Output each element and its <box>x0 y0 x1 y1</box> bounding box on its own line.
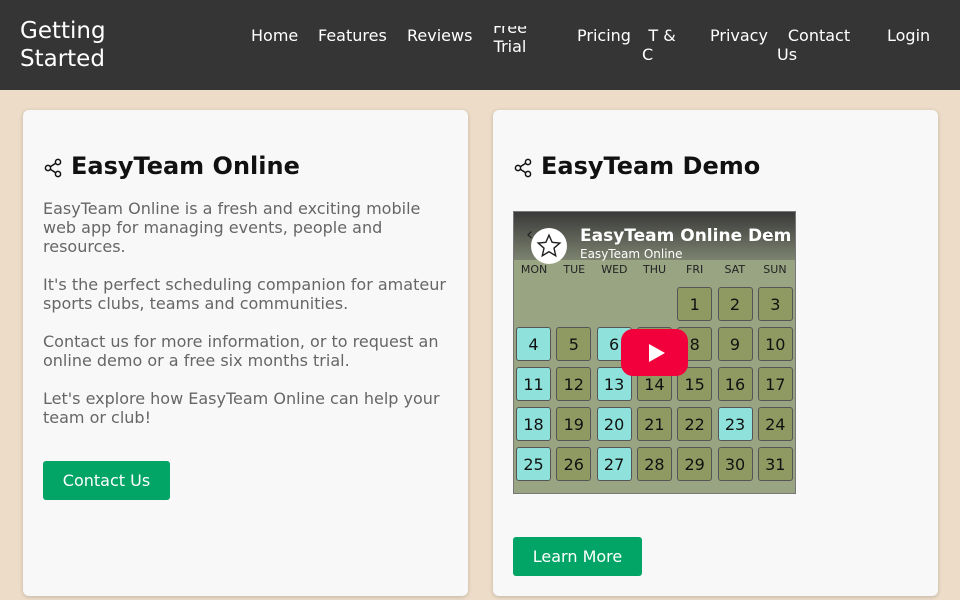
nav-terms[interactable]: T & C <box>640 26 684 64</box>
calendar-day-cell: 5 <box>556 327 592 361</box>
nav-terms-line-2: C <box>642 45 654 64</box>
channel-avatar[interactable] <box>531 228 567 264</box>
calendar-day-cell: 24 <box>757 407 793 441</box>
info-card: EasyTeam Online EasyTeam Online is a fre… <box>23 110 468 596</box>
nav-terms-line-1: T & <box>648 26 676 45</box>
weekday-label: TUE <box>563 263 586 276</box>
share-icon <box>513 156 533 178</box>
calendar-day-cell: 17 <box>757 367 793 401</box>
calendar-day-cell: 2 <box>717 287 753 321</box>
nav-free-trial-line-1: Free <box>493 18 527 37</box>
calendar-day-cell: 9 <box>717 327 753 361</box>
calendar-day-cell: 29 <box>677 447 713 481</box>
calendar-weekday-header: MON TUE WED THU FRI SAT SUN <box>514 263 795 276</box>
play-button[interactable] <box>621 329 688 376</box>
calendar-day-cell: 19 <box>556 407 592 441</box>
share-icon <box>43 156 63 178</box>
weekday-label: MON <box>520 263 548 276</box>
calendar-day-cell: 22 <box>677 407 713 441</box>
calendar-day-cell: 25 <box>516 447 551 481</box>
nav-contact-line-2: Us <box>777 45 798 64</box>
brand-title[interactable]: Getting Started <box>20 17 140 73</box>
weekday-label: SUN <box>763 263 787 276</box>
calendar-day-cell: 21 <box>636 407 672 441</box>
calendar-day-cell: 16 <box>717 367 753 401</box>
nav-home[interactable]: Home <box>251 26 298 45</box>
calendar-day-cell: 28 <box>636 447 672 481</box>
calendar-day-cell: 31 <box>757 447 793 481</box>
weekday-label: SAT <box>724 263 746 276</box>
nav-pricing[interactable]: Pricing <box>577 26 631 45</box>
companion-paragraph: It's the perfect scheduling companion fo… <box>43 275 446 313</box>
weekday-label: THU <box>642 263 667 276</box>
demo-video-player[interactable]: MONTUEWEDTHUFRISATSUN 123456789101112131… <box>513 211 796 494</box>
video-title[interactable]: EasyTeam Online Dem <box>580 226 791 246</box>
contact-us-button[interactable]: Contact Us <box>43 461 170 500</box>
info-card-title: EasyTeam Online <box>43 152 300 180</box>
calendar-day-cell: 11 <box>516 367 551 401</box>
demo-card: EasyTeam Demo MON TUE WED THU FRI SAT SUN 1234… <box>493 110 938 596</box>
nav-privacy[interactable]: Privacy <box>710 26 768 45</box>
calendar-day-cell: 30 <box>717 447 753 481</box>
weekday-label: WED <box>601 263 628 276</box>
calendar-day-cell: 20 <box>596 407 632 441</box>
demo-card-title: EasyTeam Demo <box>513 152 760 180</box>
nav-free-trial[interactable]: Free Trial <box>482 26 538 56</box>
nav-features[interactable]: Features <box>318 26 387 45</box>
calendar-day-cell: 10 <box>757 327 793 361</box>
learn-more-button[interactable]: Learn More <box>513 537 642 576</box>
calendar-day-cell: 1 <box>677 287 713 321</box>
top-navbar: Getting Started Home Features Reviews Fr… <box>0 0 960 90</box>
calendar-day-cell: 4 <box>516 327 551 361</box>
calendar-day-cell: 23 <box>717 407 753 441</box>
video-channel-name[interactable]: EasyTeam Online <box>580 247 683 261</box>
calendar-day-cell: 26 <box>556 447 592 481</box>
info-card-heading: EasyTeam Online <box>71 152 300 180</box>
calendar-day-cell: 27 <box>596 447 632 481</box>
calendar-day-cell: 12 <box>556 367 592 401</box>
weekday-label: FRI <box>686 263 704 276</box>
calendar-day-cell: 18 <box>516 407 551 441</box>
calendar-day-cell: 3 <box>757 287 793 321</box>
play-icon <box>648 343 665 362</box>
nav-reviews[interactable]: Reviews <box>407 26 472 45</box>
brand-line-2: Started <box>20 46 105 72</box>
contact-paragraph: Contact us for more information, or to r… <box>43 332 439 370</box>
nav-login[interactable]: Login <box>887 26 930 45</box>
nav-contact-line-1: Contact <box>787 26 851 45</box>
star-icon <box>536 233 562 258</box>
brand-line-1: Getting <box>20 18 106 44</box>
explore-paragraph: Let's explore how EasyTeam Online can he… <box>43 389 440 427</box>
intro-paragraph: EasyTeam Online is a fresh and exciting … <box>43 199 421 256</box>
demo-card-heading: EasyTeam Demo <box>541 152 761 180</box>
nav-free-trial-line-2: Trial <box>493 37 527 56</box>
nav-contact-us[interactable]: Contact Us <box>777 26 861 64</box>
